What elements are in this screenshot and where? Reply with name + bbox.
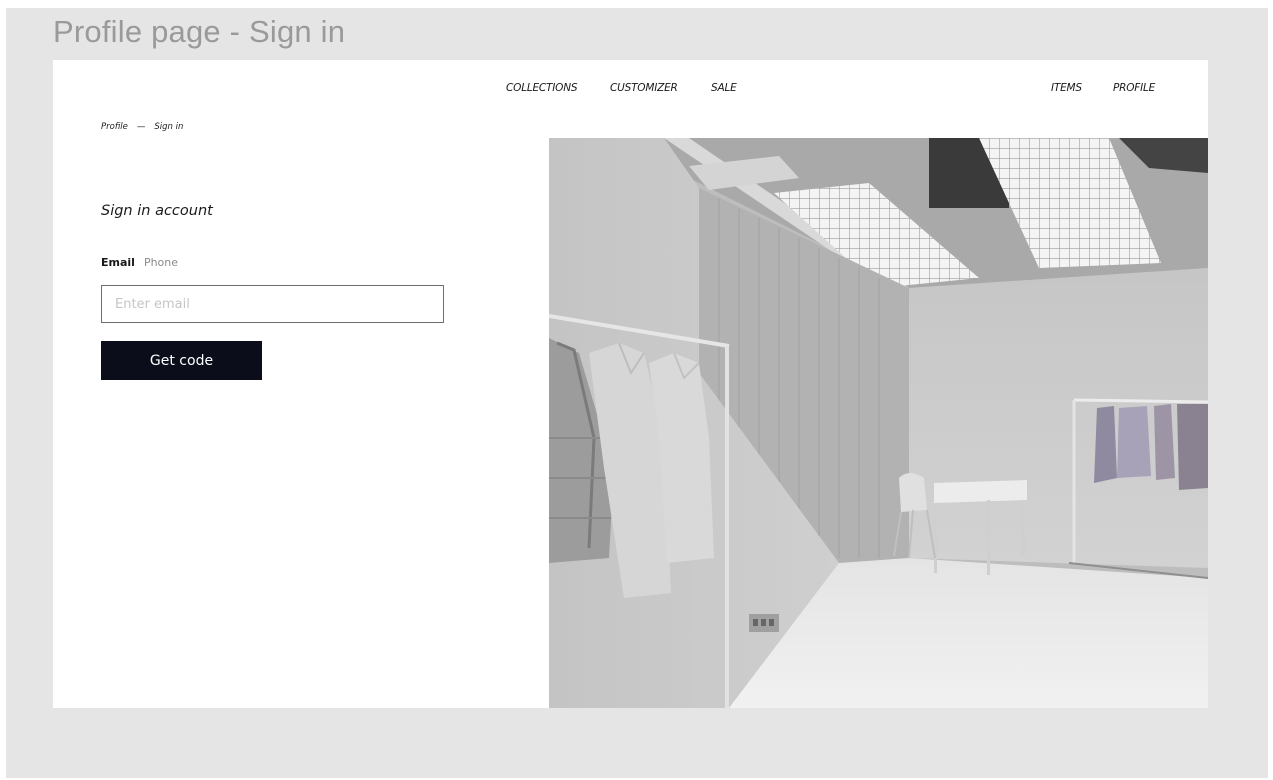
frame-title: Profile page - Sign in — [53, 14, 346, 49]
tab-email[interactable]: Email — [101, 256, 135, 269]
login-method-tabs: Email Phone — [101, 256, 178, 269]
nav-sale[interactable]: SALE — [711, 82, 737, 94]
nav-customizer[interactable]: CUSTOMIZER — [610, 82, 678, 94]
email-input[interactable] — [101, 285, 444, 323]
tab-phone[interactable]: Phone — [144, 256, 178, 269]
sign-in-heading: Sign in account — [101, 203, 213, 219]
breadcrumb-current: Sign in — [154, 122, 184, 132]
nav-items[interactable]: ITEMS — [1051, 82, 1082, 94]
nav-profile[interactable]: PROFILE — [1113, 82, 1155, 94]
breadcrumb: Profile — Sign in — [101, 122, 183, 132]
breadcrumb-separator: — — [136, 122, 146, 132]
showroom-photo-icon — [549, 138, 1208, 708]
nav-collections[interactable]: COLLECTIONS — [506, 82, 578, 94]
page-frame: COLLECTIONS CUSTOMIZER SALE ITEMS PROFIL… — [53, 60, 1208, 708]
breadcrumb-profile[interactable]: Profile — [101, 122, 128, 132]
get-code-button[interactable]: Get code — [101, 341, 262, 380]
